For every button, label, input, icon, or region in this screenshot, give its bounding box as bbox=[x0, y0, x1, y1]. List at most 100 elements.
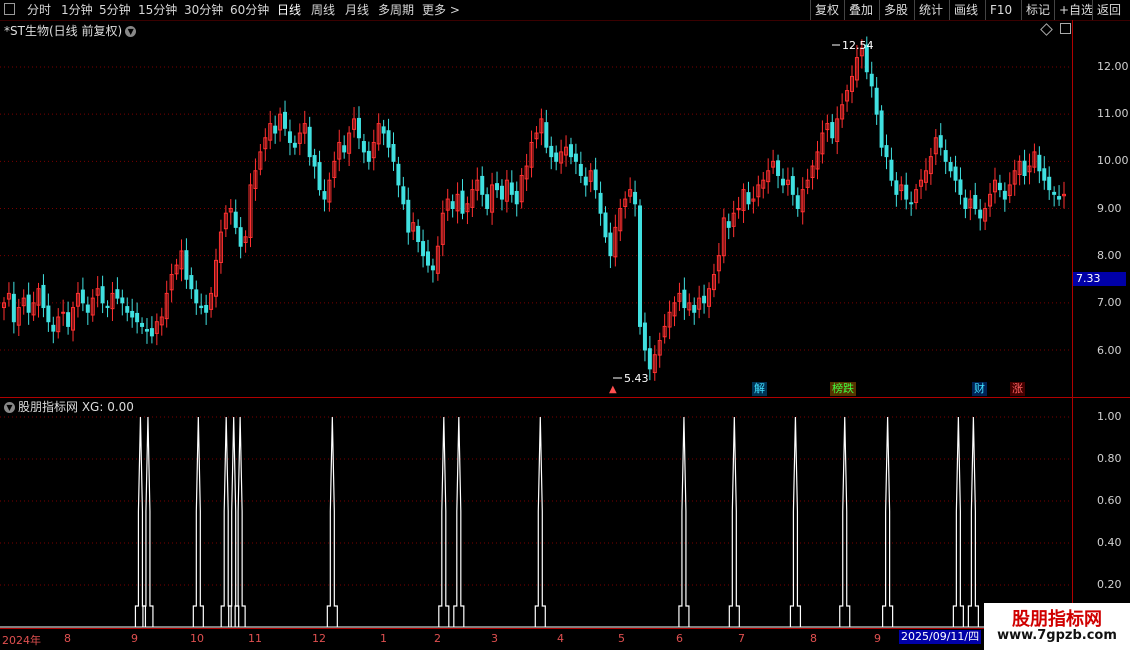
candle-body bbox=[1047, 176, 1052, 191]
candle-body bbox=[692, 304, 697, 313]
candle-body bbox=[317, 162, 322, 191]
candle-body bbox=[125, 306, 130, 313]
candle-body bbox=[292, 142, 297, 148]
y-tick-label: 7.00 bbox=[1097, 296, 1122, 309]
x-axis-label: 3 bbox=[491, 632, 498, 645]
x-axis-label: 7 bbox=[738, 632, 745, 645]
limit-up-badge[interactable]: 涨 bbox=[1010, 382, 1025, 396]
candle-body bbox=[26, 294, 31, 313]
low-price-label: 5.43 bbox=[624, 372, 649, 385]
y-tick-label: 10.00 bbox=[1097, 154, 1129, 167]
signal-spike bbox=[142, 416, 154, 627]
indicator-title[interactable]: ▼ 股朋指标网 XG: 0.00 bbox=[4, 398, 134, 415]
unlock-badge[interactable]: 解 bbox=[752, 382, 767, 396]
signal-spike bbox=[220, 416, 232, 627]
signal-spike bbox=[453, 416, 465, 627]
candle-body bbox=[795, 195, 800, 210]
candle-body bbox=[682, 289, 687, 309]
finance-badge[interactable]: 财 bbox=[972, 382, 987, 396]
candle-body bbox=[997, 182, 1002, 191]
candle-body bbox=[554, 152, 559, 162]
candle-body bbox=[149, 328, 154, 337]
x-axis-label: 9 bbox=[874, 632, 881, 645]
x-axis-label: 2 bbox=[434, 632, 441, 645]
candle-body bbox=[509, 182, 514, 195]
candle-body bbox=[1002, 190, 1007, 200]
signal-spike bbox=[192, 416, 204, 627]
candle-body bbox=[61, 311, 66, 314]
x-axis-label: 2024年 bbox=[2, 634, 41, 647]
candle-body bbox=[115, 289, 120, 299]
candle-body bbox=[963, 197, 968, 209]
candle-body bbox=[1022, 160, 1027, 176]
candle-body bbox=[1037, 154, 1042, 172]
candle-body bbox=[184, 250, 189, 280]
y-tick-label: 9.00 bbox=[1097, 202, 1122, 215]
x-axis-label: 6 bbox=[676, 632, 683, 645]
candle-body bbox=[702, 295, 707, 304]
candle-body bbox=[884, 145, 889, 158]
x-axis-label: 9 bbox=[131, 632, 138, 645]
event-marker-icon[interactable]: ▲ bbox=[609, 384, 617, 395]
candle-body bbox=[140, 322, 145, 327]
x-axis-label: 1 bbox=[380, 632, 387, 645]
indicator-y-tick: 0.20 bbox=[1097, 578, 1122, 591]
x-axis-label: 8 bbox=[64, 632, 71, 645]
signal-spike bbox=[534, 416, 546, 627]
y-tick-label: 8.00 bbox=[1097, 249, 1122, 262]
candle-body bbox=[642, 322, 647, 351]
y-tick-label: 11.00 bbox=[1097, 107, 1129, 120]
candle-body bbox=[401, 186, 406, 205]
candle-body bbox=[1052, 191, 1057, 195]
y-tick-label: 12.00 bbox=[1097, 60, 1129, 73]
x-axis-label: 12 bbox=[312, 632, 326, 645]
candle-body bbox=[593, 169, 598, 191]
candle-body bbox=[889, 159, 894, 181]
signal-spike bbox=[789, 416, 802, 627]
signal-spike bbox=[967, 416, 979, 627]
candle-body bbox=[287, 131, 292, 143]
candle-body bbox=[958, 179, 963, 195]
candle-body bbox=[776, 160, 781, 176]
candle-body bbox=[544, 122, 549, 148]
candle-body bbox=[485, 194, 490, 210]
signal-spike bbox=[728, 416, 740, 627]
candle-body bbox=[780, 178, 785, 186]
candle-body bbox=[46, 305, 51, 323]
candle-body bbox=[790, 176, 795, 195]
chart-canvas[interactable] bbox=[0, 0, 1130, 650]
candle-body bbox=[495, 183, 500, 191]
candle-body bbox=[874, 87, 879, 115]
watermark-url: www.7gpzb.com bbox=[997, 628, 1117, 643]
candle-body bbox=[322, 191, 327, 200]
candle-body bbox=[85, 304, 90, 313]
candle-body bbox=[1042, 168, 1047, 181]
signal-spike bbox=[326, 416, 338, 627]
candle-body bbox=[199, 305, 204, 309]
candle-body bbox=[130, 310, 135, 318]
candle-body bbox=[943, 150, 948, 162]
candle-body bbox=[11, 293, 16, 323]
candle-body bbox=[1057, 196, 1062, 200]
candle-body bbox=[41, 284, 46, 309]
candle-body bbox=[583, 176, 588, 186]
indicator-y-tick: 0.60 bbox=[1097, 494, 1122, 507]
signal-spike bbox=[134, 416, 147, 627]
chevron-down-icon[interactable]: ▼ bbox=[4, 402, 15, 413]
ranking-badge[interactable]: 榜跌 bbox=[830, 382, 856, 396]
candle-body bbox=[100, 286, 105, 304]
candle-body bbox=[120, 297, 125, 304]
cursor-date-label: 2025/09/11/四 bbox=[899, 630, 982, 644]
candle-body bbox=[406, 199, 411, 233]
candle-body bbox=[549, 145, 554, 158]
candle-body bbox=[480, 175, 485, 195]
candle-body bbox=[238, 227, 243, 247]
candle-body bbox=[578, 163, 583, 176]
indicator-title-text: 股朋指标网 XG: 0.00 bbox=[18, 400, 134, 414]
signal-spike bbox=[882, 416, 894, 627]
candle-body bbox=[361, 141, 366, 153]
candle-body bbox=[135, 312, 140, 323]
candle-body bbox=[307, 126, 312, 158]
candle-body bbox=[421, 241, 426, 257]
y-tick-label: 6.00 bbox=[1097, 344, 1122, 357]
